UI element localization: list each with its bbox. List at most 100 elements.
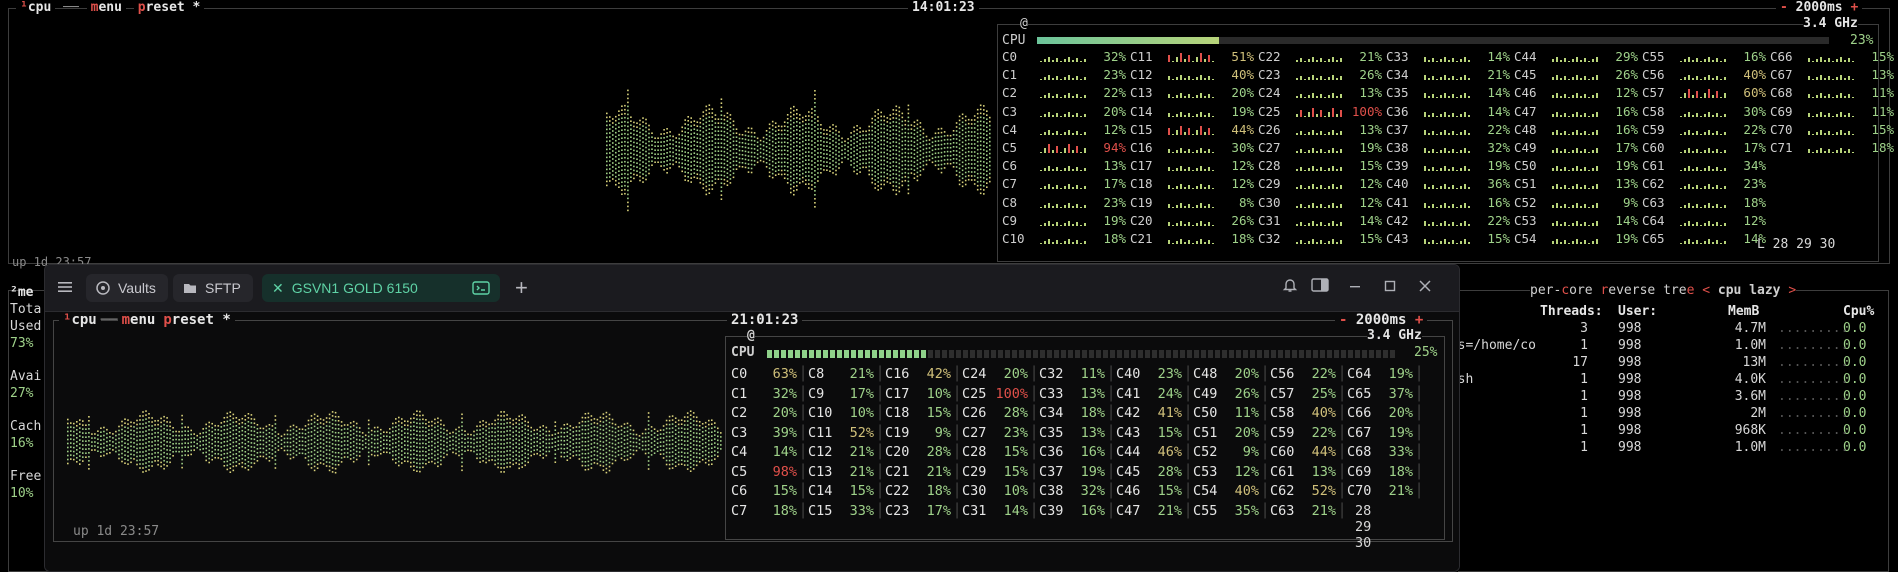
mini-graph-bar	[1596, 239, 1598, 244]
graph-dot	[494, 444, 496, 446]
top-tab-preset[interactable]: preset *	[134, 0, 205, 15]
mini-graph-bar	[1076, 131, 1078, 135]
graph-dot	[211, 459, 213, 461]
maximize-icon[interactable]	[1379, 277, 1401, 299]
graph-dot	[272, 457, 274, 459]
graph-dot	[561, 456, 563, 458]
graph-dot	[666, 160, 668, 162]
proc-row[interactable]: 39984.7M0.0.........	[1458, 321, 1888, 338]
minimize-icon[interactable]	[1344, 277, 1366, 299]
inner-interval[interactable]: - 2000ms +	[1335, 312, 1427, 328]
mini-graph-bar	[1440, 223, 1442, 226]
mini-graph-bar	[1336, 187, 1338, 189]
core-pct: 12%	[1220, 176, 1254, 191]
graph-dot	[814, 170, 816, 172]
proc-row[interactable]: 19983.6M0.0.........	[1458, 389, 1888, 406]
mini-graph-bar	[1464, 112, 1466, 117]
graph-dot	[733, 121, 735, 123]
top-tab-menu[interactable]: menu	[87, 0, 126, 15]
tab-per-core[interactable]: per-	[1530, 283, 1561, 298]
inner-tab-menu[interactable]: menu	[118, 312, 160, 328]
mini-graph-bar	[1180, 93, 1182, 98]
mini-graph-bar	[1592, 132, 1594, 135]
proc-row[interactable]: tfs=/home/co19981.0M0.0.........	[1458, 338, 1888, 355]
core-label: C5	[1002, 140, 1040, 155]
graph-dot	[784, 133, 786, 135]
new-tab-button[interactable]: +	[515, 275, 528, 301]
proc-row[interactable]: 19981.0M0.0.........	[1458, 440, 1888, 457]
graph-dot	[335, 468, 337, 470]
graph-dot	[470, 434, 472, 436]
top-interval[interactable]: - 2000ms +	[1776, 0, 1862, 16]
graph-dot	[835, 166, 837, 168]
graph-dot	[320, 422, 322, 424]
graph-dot	[211, 439, 213, 441]
mini-graph-bar	[1212, 116, 1214, 117]
graph-dot	[983, 129, 985, 131]
graph-dot	[461, 418, 463, 420]
notification-bell-icon[interactable]	[1279, 277, 1301, 299]
graph-dot	[826, 137, 828, 139]
vaults-tab[interactable]: Vaults	[86, 274, 168, 302]
sidebar-toggle-icon[interactable]	[1309, 277, 1331, 299]
graph-dot	[633, 170, 635, 172]
proc-row[interactable]: t.sh19984.0K0.0.........	[1458, 372, 1888, 389]
graph-dot	[236, 437, 238, 439]
proc-row[interactable]: 1799813M0.0.........	[1458, 355, 1888, 372]
graph-dot	[576, 426, 578, 428]
graph-dot	[887, 117, 889, 119]
graph-dot	[269, 428, 271, 430]
proc-row[interactable]: 1998968K0.0.........	[1458, 423, 1888, 440]
mini-graph-bar	[1328, 168, 1330, 171]
close-window-icon[interactable]	[1414, 277, 1436, 299]
mini-graph-bar	[1816, 59, 1818, 62]
graph-dot	[853, 171, 855, 173]
graph-dot	[332, 411, 334, 413]
mini-graph-bar	[1068, 166, 1070, 171]
proc-cpu-graph: .........	[1778, 389, 1848, 404]
top-tab-cpu[interactable]: ¹cpu	[16, 0, 55, 15]
top-core-row: C6713%	[1770, 67, 1894, 82]
inner-tab-preset[interactable]: preset *	[159, 312, 234, 328]
graph-dot	[452, 444, 454, 446]
graph-dot	[694, 120, 696, 122]
graph-dot	[184, 450, 186, 452]
core-label: C14	[1130, 104, 1168, 119]
graph-dot	[745, 167, 747, 169]
mini-graph-bar	[1700, 61, 1702, 62]
graph-dot	[76, 457, 78, 459]
mini-graph-bar	[1572, 114, 1574, 117]
core-mini-graph	[1552, 86, 1604, 98]
graph-dot	[266, 450, 268, 452]
core-mini-graph	[1424, 68, 1476, 80]
graph-dot	[684, 151, 686, 153]
graph-dot	[527, 422, 529, 424]
proc-row[interactable]: 19982M0.0.........	[1458, 406, 1888, 423]
graph-dot	[434, 427, 436, 429]
sort-prev[interactable]: <	[1702, 283, 1710, 298]
core-label: C12	[1130, 67, 1168, 82]
graph-dot	[546, 427, 548, 429]
tab-core-hot[interactable]: c	[1561, 283, 1569, 298]
interval-plus[interactable]: +	[1415, 312, 1423, 328]
graph-dot	[88, 452, 90, 454]
graph-dot	[239, 451, 241, 453]
interval-minus[interactable]: -	[1339, 312, 1347, 328]
graph-dot	[893, 137, 895, 139]
hamburger-menu-icon[interactable]	[57, 279, 73, 295]
mini-graph-bar	[1064, 223, 1066, 226]
graph-dot	[479, 421, 481, 423]
inner-tab-cpu[interactable]: ¹cpu	[59, 312, 101, 328]
active-session-tab[interactable]: ✕GSVN1 GOLD 6150	[262, 274, 500, 302]
graph-dot	[139, 423, 141, 425]
close-tab-icon[interactable]: ✕	[272, 280, 284, 296]
tab-tree[interactable]: tre	[1663, 283, 1686, 298]
proc-panel-tabs[interactable]: per-core reverse tree < cpu lazy >	[1530, 283, 1796, 299]
graph-dot	[437, 462, 439, 464]
sort-next[interactable]: >	[1788, 283, 1796, 298]
sftp-tab[interactable]: SFTP	[173, 274, 253, 302]
graph-dot	[124, 438, 126, 440]
graph-dot	[709, 148, 711, 150]
core-pct: 19%	[1604, 158, 1638, 173]
mini-graph-bar	[1428, 96, 1430, 98]
